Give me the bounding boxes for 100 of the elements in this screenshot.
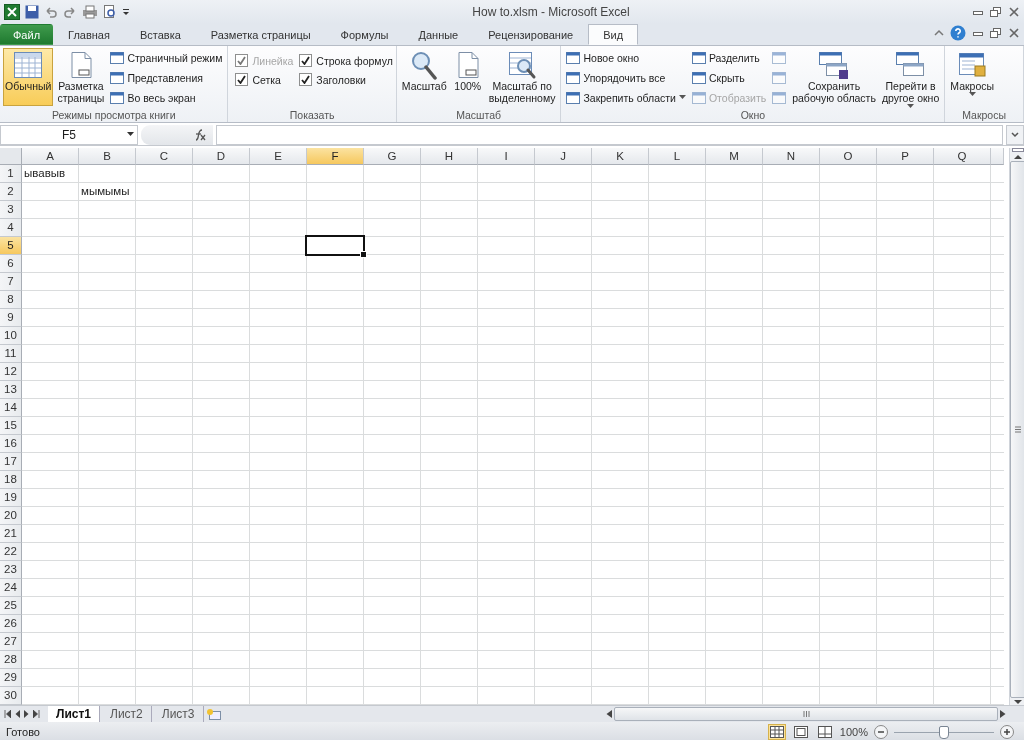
ribbon-button[interactable]: Обычный <box>3 48 54 106</box>
expand-formula-button[interactable] <box>1006 125 1024 145</box>
ribbon-button[interactable]: Разметка страницы <box>55 48 107 106</box>
zoom-level[interactable]: 100% <box>839 726 868 738</box>
column-header[interactable] <box>991 148 1004 165</box>
zoom-slider[interactable] <box>894 725 994 739</box>
cell-text: мымымы <box>81 185 130 197</box>
column-header[interactable]: B <box>79 148 136 165</box>
row-header[interactable]: 9 <box>0 309 22 327</box>
next-sheet-icon <box>24 710 29 718</box>
row-header[interactable]: 19 <box>0 489 22 507</box>
grip-icon <box>802 711 810 717</box>
view-button[interactable] <box>815 724 834 740</box>
row-header[interactable]: 17 <box>0 453 22 471</box>
row-header[interactable]: 30 <box>0 687 22 705</box>
previous-sheet-icon <box>15 710 20 718</box>
row-header[interactable]: 12 <box>0 363 22 381</box>
column-header[interactable]: N <box>763 148 820 165</box>
column-header[interactable]: H <box>421 148 478 165</box>
column-header[interactable]: O <box>820 148 877 165</box>
ribbon-button[interactable]: Сохранить рабочую область <box>790 48 878 106</box>
column-header[interactable]: E <box>250 148 307 165</box>
row-header[interactable]: 8 <box>0 291 22 309</box>
row-header[interactable]: 1 <box>0 165 22 183</box>
checkbox[interactable]: Строка формул <box>299 54 393 67</box>
scroll-right-icon <box>1000 710 1006 718</box>
ribbon-button[interactable]: Во весь экран <box>108 88 225 107</box>
column-header[interactable]: I <box>478 148 535 165</box>
ribbon-button[interactable]: Масштаб по выделенному <box>486 48 558 106</box>
close-icon <box>1008 28 1020 38</box>
vertical-scrollbar[interactable] <box>1009 148 1024 705</box>
column-header[interactable]: C <box>136 148 193 165</box>
ribbon-tab[interactable]: Файл <box>0 24 54 45</box>
row-header[interactable]: 11 <box>0 345 22 363</box>
active-cell-border[interactable] <box>305 235 365 256</box>
restore-icon <box>990 7 1002 17</box>
fx-icon <box>193 129 207 141</box>
row-header[interactable]: 21 <box>0 525 22 543</box>
grid-icon <box>769 726 784 738</box>
row-header[interactable]: 29 <box>0 669 22 687</box>
row-header[interactable]: 22 <box>0 543 22 561</box>
sheet-tab[interactable]: Лист1 <box>48 706 101 722</box>
ribbon-tab[interactable]: Рецензирование <box>473 24 589 45</box>
column-header[interactable]: G <box>364 148 421 165</box>
column-header[interactable]: L <box>649 148 706 165</box>
window-icon <box>566 51 581 64</box>
formula-input[interactable] <box>216 125 1003 145</box>
ribbon-button[interactable]: 100% <box>450 48 485 106</box>
row-header[interactable]: 10 <box>0 327 22 345</box>
column-header[interactable]: A <box>22 148 79 165</box>
column-header[interactable]: J <box>535 148 592 165</box>
row-header[interactable]: 2 <box>0 183 22 201</box>
ribbon-button[interactable]: Новое окно <box>564 48 688 67</box>
column-header[interactable]: D <box>193 148 250 165</box>
name-box[interactable]: F5 <box>0 125 138 145</box>
row-header[interactable]: 24 <box>0 579 22 597</box>
column-header[interactable]: P <box>877 148 934 165</box>
row-header[interactable]: 18 <box>0 471 22 489</box>
ribbon-tab[interactable]: Главная <box>53 24 125 45</box>
row-header[interactable]: 28 <box>0 651 22 669</box>
ribbon-button[interactable]: Закрепить области <box>564 88 688 107</box>
row-header[interactable]: 15 <box>0 417 22 435</box>
ribbon-button[interactable]: Страничный режим <box>108 48 225 67</box>
column-header[interactable]: F <box>307 148 364 165</box>
row-header[interactable]: 23 <box>0 561 22 579</box>
view-button[interactable] <box>767 724 786 740</box>
ribbon-tab[interactable]: Вид <box>588 24 639 45</box>
column-header[interactable]: M <box>706 148 763 165</box>
scroll-left-icon <box>606 710 612 718</box>
ribbon-tab[interactable]: Вставка <box>124 24 196 45</box>
ribbon-button[interactable]: Упорядочить все <box>564 68 688 87</box>
ribbon-button[interactable]: Перейти в другое окно <box>879 48 942 108</box>
select-all-corner[interactable] <box>0 148 22 165</box>
ribbon-button[interactable]: Разделить <box>689 48 769 67</box>
column-header[interactable]: Q <box>934 148 991 165</box>
row-header[interactable]: 13 <box>0 381 22 399</box>
row-header[interactable]: 20 <box>0 507 22 525</box>
printer-icon <box>82 5 98 19</box>
view-button[interactable] <box>791 724 810 740</box>
row-header[interactable]: 25 <box>0 597 22 615</box>
checkbox[interactable]: Сетка <box>235 73 294 86</box>
row-header[interactable]: 26 <box>0 615 22 633</box>
column-header[interactable]: K <box>592 148 649 165</box>
row-header[interactable]: 6 <box>0 255 22 273</box>
ribbon-tab[interactable]: Формулы <box>325 24 404 45</box>
row-header[interactable]: 3 <box>0 201 22 219</box>
row-header[interactable]: 27 <box>0 633 22 651</box>
row-header[interactable]: 7 <box>0 273 22 291</box>
row-header[interactable]: 5 <box>0 237 22 255</box>
row-header[interactable]: 16 <box>0 435 22 453</box>
ribbon-tab[interactable]: Данные <box>403 24 474 45</box>
ribbon-tab[interactable]: Разметка страницы <box>195 24 326 45</box>
checkbox[interactable]: Заголовки <box>299 73 393 86</box>
row-header[interactable]: 4 <box>0 219 22 237</box>
ribbon-button[interactable]: Скрыть <box>689 68 769 87</box>
horizontal-scrollbar[interactable] <box>606 707 1006 721</box>
ribbon-button[interactable]: Представления <box>108 68 225 87</box>
ribbon-button[interactable]: Масштаб <box>399 48 449 106</box>
row-header[interactable]: 14 <box>0 399 22 417</box>
ribbon-button[interactable]: Макросы <box>948 48 997 106</box>
